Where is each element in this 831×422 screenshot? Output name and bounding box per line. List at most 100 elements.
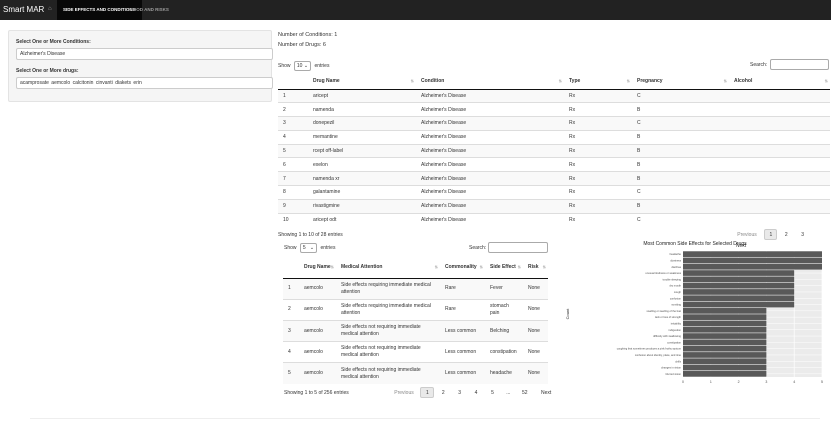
table-row[interactable]: 6 exelon Alzheimer's Disease Rx B: [278, 157, 830, 172]
bar: [683, 339, 767, 346]
table-row[interactable]: 5 rcept off-label Alzheimer's Disease Rx B: [278, 143, 830, 158]
bar: [683, 308, 767, 314]
table-row[interactable]: 4 memantine Alzheimer's Disease Rx B: [278, 129, 830, 145]
sort-icon: ⇅: [558, 78, 562, 84]
pager-page[interactable]: 1: [764, 229, 778, 240]
table-row[interactable]: 7 namenda xr Alzheimer's Disease Rx B: [278, 171, 830, 186]
pager-page[interactable]: 1: [420, 387, 435, 398]
pager-previous[interactable]: Previous: [389, 388, 419, 399]
cell-drug-name: aricept: [308, 88, 416, 103]
table-row[interactable]: 5 aemcolo Side effects not requiring immed…: [283, 362, 548, 384]
cell-type: Rx: [564, 157, 632, 172]
plot-panel: [683, 251, 822, 377]
pager-page[interactable]: 3: [452, 388, 467, 399]
col-pregnancy[interactable]: Pregnancy ⇅: [632, 74, 729, 90]
table-row[interactable]: 3 aemcolo Side effects not requiring immed…: [283, 319, 548, 342]
x-tick-label: 3: [765, 380, 767, 384]
table-row[interactable]: 1 aricept Alzheimer's Disease Rx C: [278, 88, 830, 103]
drug-chip[interactable]: erin: [133, 80, 141, 86]
bar: [683, 371, 767, 377]
sort-icon: ⇅: [517, 264, 521, 270]
table-row[interactable]: 10 aricept odt Alzheimer's Disease Rx C: [278, 212, 830, 227]
length-value: 5: [302, 245, 306, 251]
length-select[interactable]: 5 ⌄: [299, 243, 318, 253]
sort-icon: ⇅: [410, 78, 414, 84]
col-index[interactable]: [283, 256, 299, 279]
sort-icon: ⇅: [824, 78, 828, 84]
pager-page[interactable]: 4: [469, 388, 484, 399]
cell-medical-attention: Side effects requiring immediate medical…: [336, 277, 440, 300]
cell-pregnancy: B: [632, 198, 729, 214]
col-condition[interactable]: Condition ⇅: [416, 74, 564, 90]
y-tick-label: changes in vision: [661, 366, 681, 370]
cell-drug-name: rivastigmine: [308, 198, 416, 214]
col-drug-name[interactable]: Drug Name ⇅: [308, 74, 416, 90]
drugs-select[interactable]: acamprosate aemcolo calcitonin cinvanti …: [16, 77, 273, 89]
table-row[interactable]: 1 aemcolo Side effects requiring immediate…: [283, 277, 548, 300]
cell-alcohol: [729, 171, 830, 186]
table-row[interactable]: 8 galantamine Alzheimer's Disease Rx C: [278, 185, 830, 200]
cell-type: Rx: [564, 143, 632, 158]
side-effects-table: Drug Name ⇅ Medical Attention ⇅ Commonalit…: [283, 256, 548, 384]
y-tick-label: headache: [670, 252, 682, 256]
drug-search-input[interactable]: [770, 59, 829, 70]
cell-index: 1: [283, 277, 299, 300]
cell-index: 6: [278, 157, 308, 172]
side-search-label: Search:: [469, 245, 487, 251]
col-side-effect[interactable]: Side Effect ⇅: [485, 256, 523, 279]
drug-chip[interactable]: aemcolo: [51, 80, 70, 86]
cell-alcohol: [729, 198, 830, 214]
table-row[interactable]: 3 donepezil Alzheimer's Disease Rx C: [278, 116, 830, 131]
bar: [683, 326, 767, 333]
drug-chip[interactable]: diakets: [115, 80, 131, 86]
y-tick-label: confusion about identity, place, and tim…: [635, 353, 682, 357]
pager-ellipsis: ...: [506, 390, 511, 396]
conditions-select[interactable]: Alzheimer's Disease: [16, 48, 273, 60]
table-row[interactable]: 2 aemcolo Side effects requiring immediate…: [283, 298, 548, 321]
drug-chip[interactable]: cinvanti: [96, 80, 113, 86]
table-row[interactable]: 9 rivastigmine Alzheimer's Disease Rx B: [278, 198, 830, 214]
pager-page[interactable]: 2: [436, 388, 451, 399]
tab-side-effects[interactable]: SIDE EFFECTS AND CONDITIONS: [57, 0, 142, 20]
y-tick-label: lack or loss of strength: [655, 315, 682, 319]
col-commonality[interactable]: Commonality ⇅: [440, 256, 485, 279]
col-index[interactable]: [278, 74, 308, 90]
table-row[interactable]: 4 aemcolo Side effects not requiring immed…: [283, 341, 548, 363]
cell-index: 2: [278, 102, 308, 117]
length-select[interactable]: 10 ⌄: [293, 61, 312, 71]
col-type[interactable]: Type ⇅: [564, 74, 632, 90]
col-risk[interactable]: Risk ⇅: [523, 256, 548, 279]
drug-chip[interactable]: acamprosate: [20, 80, 49, 86]
table-row[interactable]: 2 namenda Alzheimer's Disease Rx B: [278, 102, 830, 117]
col-medical-attention[interactable]: Medical Attention ⇅: [336, 256, 440, 279]
home-icon[interactable]: ⌂: [48, 6, 52, 12]
pager-page[interactable]: 52: [517, 388, 533, 399]
cell-index: 10: [278, 212, 308, 227]
drug-table-header: Drug Name ⇅ Condition ⇅ Type ⇅ Pregnancy ⇅ A…: [278, 74, 830, 90]
cell-condition: Alzheimer's Disease: [416, 157, 564, 172]
cell-risk: None: [523, 362, 548, 384]
cell-drug-name: aemcolo: [299, 277, 336, 300]
cell-drug-name: rcept off-label: [308, 143, 416, 158]
side-search-input[interactable]: [488, 242, 548, 253]
y-tick-label: trouble sleeping: [663, 277, 682, 281]
y-tick-label: difficulty with swallowing: [653, 334, 681, 338]
drug-chip[interactable]: calcitonin: [73, 80, 94, 86]
cell-index: 7: [278, 171, 308, 186]
bar: [683, 314, 767, 320]
cell-index: 8: [278, 185, 308, 200]
pager-page[interactable]: 5: [485, 388, 500, 399]
tab-food-and-risks[interactable]: FOOD AND RISKS: [130, 0, 169, 20]
col-alcohol[interactable]: Alcohol ⇅: [729, 74, 830, 90]
cell-commonality: Less common: [440, 362, 485, 384]
y-axis-label: Count: [565, 308, 570, 320]
col-drug-name[interactable]: Drug Name ⇅: [299, 256, 336, 279]
y-tick-label: unusual tiredness or weakness: [645, 271, 681, 275]
cell-medical-attention: Side effects not requiring immediate med…: [336, 362, 440, 384]
pager-next[interactable]: Next: [534, 388, 558, 399]
cell-type: Rx: [564, 185, 632, 200]
app-brand[interactable]: Smart MAR: [3, 5, 44, 14]
bar: [683, 320, 767, 327]
chart-svg: 0 1 2 3 4 5 headache dizziness diarrhea unusual t…: [565, 251, 823, 384]
cell-risk: None: [523, 298, 548, 321]
